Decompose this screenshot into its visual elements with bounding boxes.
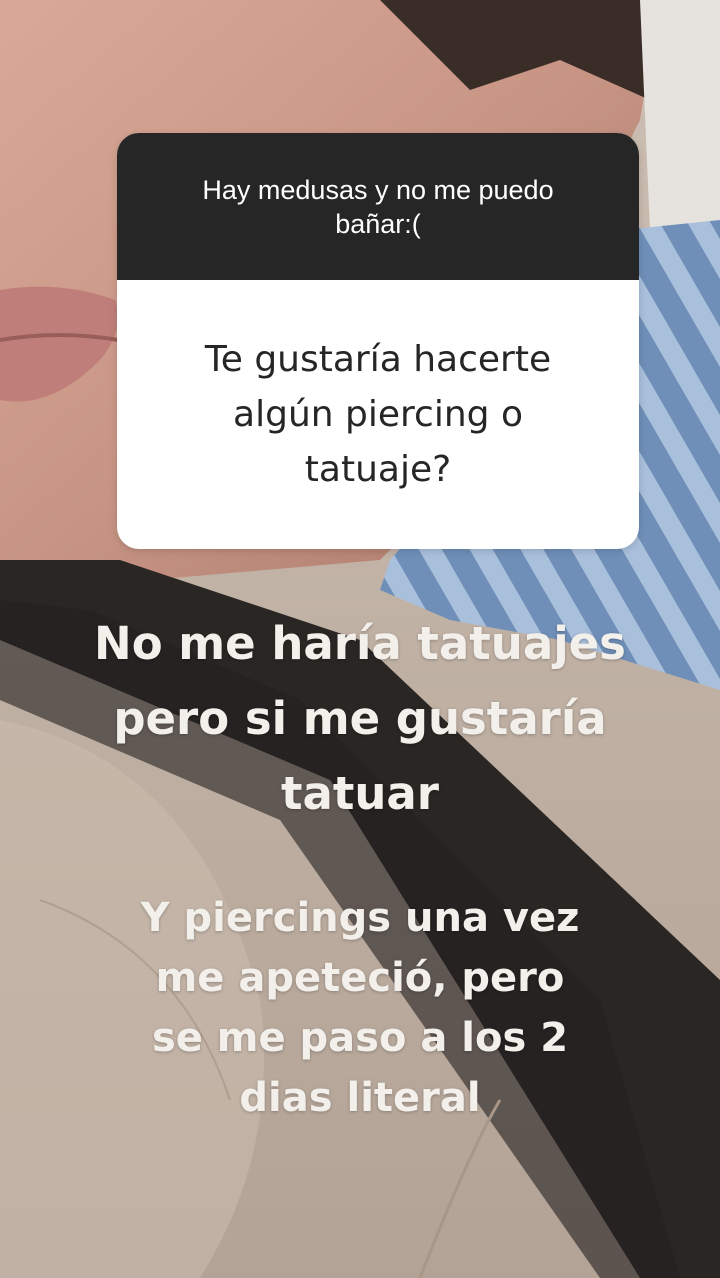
answer-text-secondary: Y piercings una vez me apeteció, pero se… — [60, 888, 660, 1128]
answer-line-1: No me haría tatuajes pero si me gustaría… — [94, 617, 626, 820]
answer-line-2: Y piercings una vez me apeteció, pero se… — [140, 895, 580, 1121]
answer-text-primary: No me haría tatuajes pero si me gustaría… — [60, 606, 660, 831]
question-sticker-question: Te gustaría hacerte algún piercing o tat… — [204, 339, 552, 490]
question-sticker[interactable]: Hay medusas y no me puedo bañar:( Te gus… — [117, 133, 639, 549]
question-sticker-header: Hay medusas y no me puedo bañar:( — [117, 133, 639, 280]
question-sticker-body: Te gustaría hacerte algún piercing o tat… — [117, 280, 639, 549]
question-sticker-prompt: Hay medusas y no me puedo bañar:( — [202, 174, 554, 239]
